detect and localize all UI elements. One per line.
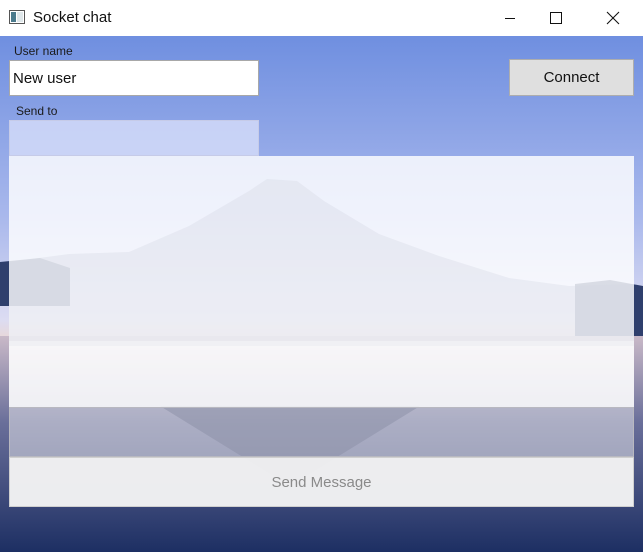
- close-icon: [606, 11, 620, 25]
- send-message-button[interactable]: Send Message: [9, 457, 634, 507]
- window-app-icon: [9, 10, 25, 24]
- maximize-icon: [550, 12, 562, 24]
- connect-button[interactable]: Connect: [509, 59, 634, 96]
- minimize-icon: [505, 18, 515, 19]
- message-input[interactable]: [9, 407, 634, 457]
- minimize-button[interactable]: [487, 0, 533, 36]
- user-name-input[interactable]: [9, 60, 259, 96]
- send-to-input[interactable]: [9, 120, 259, 156]
- chat-log[interactable]: [9, 156, 634, 407]
- title-bar: Socket chat: [0, 0, 643, 37]
- client-area: User name Connect Send to Send Message: [0, 36, 643, 552]
- mountain-silhouette: [9, 179, 634, 407]
- maximize-button[interactable]: [533, 0, 579, 36]
- send-to-label: Send to: [16, 104, 58, 118]
- window-title: Socket chat: [33, 9, 112, 26]
- close-button[interactable]: [590, 0, 636, 36]
- user-name-label: User name: [14, 44, 73, 58]
